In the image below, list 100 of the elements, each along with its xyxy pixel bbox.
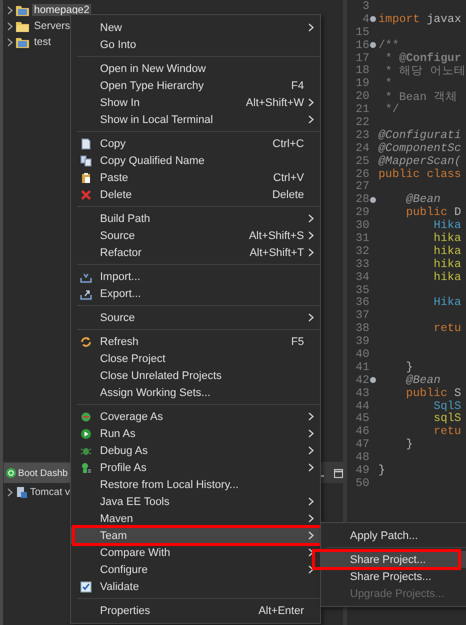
menu-item[interactable]: New (71, 19, 320, 36)
line-number: 42 (354, 374, 370, 387)
menu-item[interactable]: Copy Qualified Name (71, 152, 320, 169)
menu-item[interactable]: Open in New Window (71, 60, 320, 77)
line-number: 39 (354, 335, 370, 348)
maximize-icon[interactable] (334, 468, 344, 478)
menu-item[interactable]: Validate (71, 578, 320, 595)
menu-item[interactable]: Source (71, 309, 320, 326)
run-icon (80, 428, 92, 440)
tree-item[interactable]: Servers (32, 20, 72, 32)
menu-item[interactable]: Go Into (71, 36, 320, 53)
code-line: hika (432, 232, 462, 245)
line-number: 50 (354, 476, 370, 490)
code-line: @Configurati (377, 128, 462, 142)
code-line: } (377, 464, 386, 478)
documents-icon (80, 154, 92, 166)
menu-item[interactable]: Build Path (71, 210, 320, 227)
export-icon (80, 288, 92, 300)
code-line: hika (432, 258, 462, 271)
line-number: 21 (354, 103, 370, 116)
line-number: 25 (354, 154, 370, 168)
menu-item[interactable]: Maven (71, 510, 320, 527)
clipboard-icon (80, 172, 92, 184)
menu-item[interactable]: Properties Alt+Enter (71, 602, 320, 619)
tree-item[interactable]: Tomcat v (30, 486, 70, 498)
menu-item[interactable]: Compare With (71, 544, 320, 561)
profile-icon (80, 462, 92, 474)
fold-icon[interactable] (370, 42, 376, 48)
line-number: 22 (354, 116, 370, 129)
menu-item[interactable]: Copy Ctrl+C (71, 135, 320, 152)
tree-item[interactable]: test (32, 36, 53, 48)
panel-tab[interactable]: Boot Dashb (4, 463, 70, 483)
menu-item[interactable]: Run As (71, 425, 320, 442)
menu-item[interactable]: Restore from Local History... (71, 476, 320, 493)
code-line: } (404, 438, 413, 452)
code-line: public S (404, 386, 462, 400)
line-number: 27 (354, 180, 370, 194)
fold-icon[interactable] (370, 16, 376, 22)
tree-item[interactable]: homepage2 (32, 4, 92, 16)
menu-item[interactable]: Share Projects... (321, 568, 466, 585)
line-number: 37 (354, 309, 370, 322)
menu-item[interactable]: Import... (71, 268, 320, 285)
line-number: 36 (354, 296, 370, 310)
refresh-icon (80, 336, 92, 348)
code-line: * (384, 77, 392, 90)
line-number: 30 (354, 219, 370, 232)
menu-item[interactable]: Open Type Hierarchy F4 (71, 77, 320, 94)
menu-item[interactable]: Export... (71, 285, 320, 302)
code-line: hika (432, 244, 462, 258)
code-line: hika (432, 270, 462, 284)
line-number: 45 (354, 412, 370, 426)
code-line: @MapperScan( (377, 154, 462, 168)
code-line: retu (432, 322, 462, 336)
fold-icon[interactable] (370, 377, 376, 384)
line-number: 49 (354, 464, 370, 478)
code-line: * Bean 객체 (384, 90, 458, 104)
coverage-icon (80, 410, 92, 422)
project-icon (16, 36, 29, 48)
code-line: @Bean (404, 193, 441, 206)
menu-item[interactable]: Profile As (71, 459, 320, 476)
menu-item[interactable]: Assign Working Sets... (71, 384, 320, 401)
line-number: 4 (361, 12, 370, 26)
line-number: 24 (354, 142, 370, 155)
code-line: import javax (377, 12, 462, 26)
line-number: 33 (354, 258, 370, 271)
menu-item[interactable]: Show In Alt+Shift+W (71, 94, 320, 111)
code-line: @Bean (404, 374, 441, 387)
line-number: 32 (354, 244, 370, 258)
menu-item[interactable]: Java EE Tools (71, 493, 320, 510)
line-number: 46 (354, 425, 370, 438)
code-line: * @Configur (384, 52, 462, 65)
menu-item[interactable]: Close Unrelated Projects (71, 367, 320, 384)
line-number: 44 (354, 400, 370, 413)
menu-item[interactable]: Source Alt+Shift+S (71, 227, 320, 244)
code-line: * 해당 어노테 (384, 64, 466, 78)
fold-icon[interactable] (370, 196, 376, 203)
line-number: 15 (354, 26, 370, 39)
line-number: 19 (354, 77, 370, 90)
code-line: Hika (432, 219, 462, 232)
line-number: 31 (354, 232, 370, 245)
menu-item[interactable]: Close Project (71, 350, 320, 367)
menu-item[interactable]: Paste Ctrl+V (71, 169, 320, 186)
line-number: 43 (354, 386, 370, 400)
menu-item[interactable]: Show in Local Terminal (71, 111, 320, 128)
code-line: sqlS (432, 412, 462, 426)
line-number: 3 (361, 0, 370, 13)
menu-item[interactable]: Refresh F5 (71, 333, 320, 350)
line-number: 17 (354, 52, 370, 65)
menu-item[interactable]: Apply Patch... (321, 527, 466, 544)
menu-item[interactable]: Debug As (71, 442, 320, 459)
menu-item[interactable]: Refactor Alt+Shift+T (71, 244, 320, 261)
folder-icon (16, 20, 29, 32)
menu-item[interactable]: Configure (71, 561, 320, 578)
code-line: Hika (432, 296, 462, 310)
menu-item[interactable]: Coverage As (71, 408, 320, 425)
power-icon (6, 468, 16, 478)
chevron-icon (7, 488, 13, 496)
line-number: 16 (354, 38, 370, 52)
menu-item[interactable]: Delete Delete (71, 186, 320, 203)
line-number: 34 (354, 270, 370, 284)
